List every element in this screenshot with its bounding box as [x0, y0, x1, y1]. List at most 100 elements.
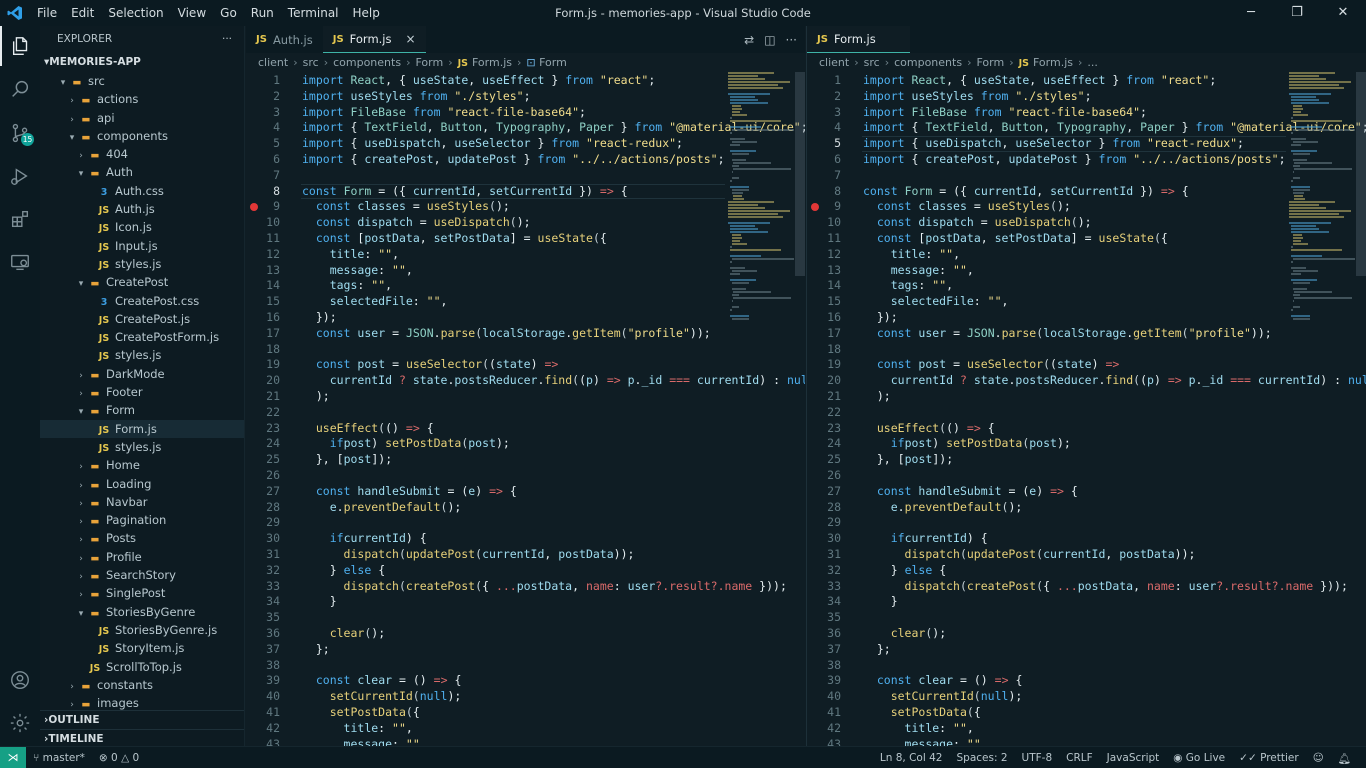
minimap-right[interactable]: [1289, 72, 1359, 352]
tree-file[interactable]: JS styles.js: [40, 438, 244, 456]
breadcrumb-item[interactable]: Form.js: [472, 56, 512, 69]
code-line: 6 import { createPost, updatePost } from …: [246, 152, 805, 168]
menu-item-view[interactable]: View: [171, 0, 213, 26]
minimize-icon[interactable]: ─: [1228, 0, 1274, 26]
extensions-icon[interactable]: [0, 199, 40, 239]
go-live-button[interactable]: ◉ Go Live: [1166, 752, 1232, 764]
tree-folder[interactable]: › ▬ Pagination: [40, 511, 244, 529]
breadcrumb-item[interactable]: ...: [1087, 56, 1098, 69]
menu-item-selection[interactable]: Selection: [101, 0, 170, 26]
cursor-position[interactable]: Ln 8, Col 42: [873, 752, 950, 764]
breadcrumb-item[interactable]: client: [819, 56, 849, 69]
minimap-left[interactable]: [728, 72, 798, 352]
feedback-icon[interactable]: ☺: [1306, 752, 1331, 764]
menu-item-run[interactable]: Run: [244, 0, 281, 26]
breadcrumb-item[interactable]: components: [333, 56, 401, 69]
problems-status[interactable]: ⊗ 0 △ 0: [92, 752, 146, 764]
compare-icon[interactable]: ⇄: [744, 33, 754, 47]
remote-explorer-icon[interactable]: [0, 242, 40, 282]
run-debug-icon[interactable]: [0, 156, 40, 196]
tree-folder[interactable]: › ▬ Navbar: [40, 493, 244, 511]
tree-file[interactable]: JS Icon.js: [40, 218, 244, 236]
remote-indicator-icon[interactable]: ⋊: [0, 746, 26, 768]
tree-file[interactable]: 3 Auth.css: [40, 182, 244, 200]
tree-file[interactable]: JS styles.js: [40, 346, 244, 364]
breadcrumb-item[interactable]: Form: [976, 56, 1004, 69]
end-of-line[interactable]: CRLF: [1059, 752, 1100, 764]
explorer-more-icon[interactable]: ···: [222, 33, 232, 45]
scrollbar-left[interactable]: [795, 72, 805, 276]
tree-folder[interactable]: › ▬ 404: [40, 145, 244, 163]
restore-icon[interactable]: ❐: [1274, 0, 1320, 26]
line-number: 15: [266, 294, 280, 309]
tree-folder[interactable]: › ▬ actions: [40, 90, 244, 108]
tree-label: Profile: [106, 549, 142, 564]
tab-close-icon[interactable]: ×: [405, 32, 415, 46]
tree-folder[interactable]: › ▬ SinglePost: [40, 584, 244, 602]
settings-gear-icon[interactable]: [0, 703, 40, 743]
tree-folder[interactable]: › ▬ Posts: [40, 529, 244, 547]
tree-file[interactable]: 3 CreatePost.css: [40, 292, 244, 310]
encoding[interactable]: UTF-8: [1015, 752, 1060, 764]
explorer-icon[interactable]: [0, 26, 40, 66]
tree-file[interactable]: JS Input.js: [40, 237, 244, 255]
tree-file[interactable]: JS Form.js: [40, 419, 244, 438]
outline-section[interactable]: ›OUTLINE: [40, 710, 244, 729]
tree-folder[interactable]: › ▬ Loading: [40, 475, 244, 493]
tree-folder[interactable]: › ▬ Home: [40, 456, 244, 474]
code-editor-left[interactable]: 1 import React, { useState, useEffect } f…: [246, 72, 805, 746]
branch-status[interactable]: ⑂ master*: [26, 752, 92, 764]
tree-folder[interactable]: ▾ ▬ StoriesByGenre: [40, 603, 244, 621]
menu-item-help[interactable]: Help: [346, 0, 387, 26]
tree-folder[interactable]: › ▬ constants: [40, 676, 244, 694]
tree-file[interactable]: JS ScrollToTop.js: [40, 658, 244, 676]
minimap-line: [731, 177, 739, 179]
prettier-button[interactable]: ✓✓ Prettier: [1232, 752, 1306, 764]
tree-folder[interactable]: ▾ ▬ Auth: [40, 163, 244, 181]
search-icon[interactable]: [0, 69, 40, 109]
tree-file[interactable]: JS styles.js: [40, 255, 244, 273]
more-actions-icon[interactable]: ···: [786, 33, 797, 47]
breadcrumb-item[interactable]: Form.js: [1033, 56, 1073, 69]
close-window-icon[interactable]: ✕: [1320, 0, 1366, 26]
breadcrumb-item[interactable]: Form: [415, 56, 443, 69]
code-line: 12 title: "",: [807, 247, 1366, 263]
source-control-icon[interactable]: 15: [0, 113, 40, 153]
tree-file[interactable]: JS StoriesByGenre.js: [40, 621, 244, 639]
tree-folder[interactable]: ▾ ▬ components: [40, 127, 244, 145]
code-line: 30 ifcurrentId) {: [807, 531, 1366, 547]
scrollbar-right[interactable]: [1356, 72, 1366, 276]
editor-tab[interactable]: JS Form.js: [807, 26, 910, 53]
split-editor-icon[interactable]: ◫: [764, 33, 775, 47]
menu-item-terminal[interactable]: Terminal: [281, 0, 346, 26]
tree-folder[interactable]: › ▬ Footer: [40, 383, 244, 401]
breadcrumb-item[interactable]: components: [894, 56, 962, 69]
menu-item-edit[interactable]: Edit: [64, 0, 101, 26]
editor-tab[interactable]: JS Auth.js: [246, 26, 323, 53]
tree-folder[interactable]: › ▬ api: [40, 109, 244, 127]
tree-file[interactable]: JS CreatePostForm.js: [40, 328, 244, 346]
breadcrumb-item[interactable]: Form: [539, 56, 567, 69]
breadcrumb-item[interactable]: src: [303, 56, 319, 69]
editor-tab[interactable]: JS Form.js ×: [322, 26, 426, 53]
tree-folder[interactable]: ▾ ▬ Form: [40, 401, 244, 419]
menu-item-file[interactable]: File: [30, 0, 64, 26]
tree-folder[interactable]: › ▬ DarkMode: [40, 365, 244, 383]
tree-folder[interactable]: ▾ ▬ src: [40, 72, 244, 90]
account-icon[interactable]: [0, 660, 40, 700]
language-mode[interactable]: JavaScript: [1100, 752, 1167, 764]
tree-file[interactable]: JS Auth.js: [40, 200, 244, 218]
tree-folder[interactable]: › ▬ Profile: [40, 548, 244, 566]
tree-folder[interactable]: › ▬ SearchStory: [40, 566, 244, 584]
breadcrumb-item[interactable]: src: [864, 56, 880, 69]
notifications-bell-icon[interactable]: 🔔︎: [1331, 752, 1358, 765]
tree-folder[interactable]: ▾ ▬ CreatePost: [40, 273, 244, 291]
code-line: 1 import React, { useState, useEffect } f…: [246, 73, 805, 89]
breadcrumb-item[interactable]: client: [258, 56, 288, 69]
menu-item-go[interactable]: Go: [213, 0, 244, 26]
tree-file[interactable]: JS CreatePost.js: [40, 310, 244, 328]
tree-file[interactable]: JS StoryItem.js: [40, 639, 244, 657]
project-header[interactable]: ▾MEMORIES-APP: [40, 52, 244, 72]
code-editor-right[interactable]: 1 import React, { useState, useEffect } f…: [807, 72, 1366, 746]
indentation[interactable]: Spaces: 2: [949, 752, 1014, 764]
